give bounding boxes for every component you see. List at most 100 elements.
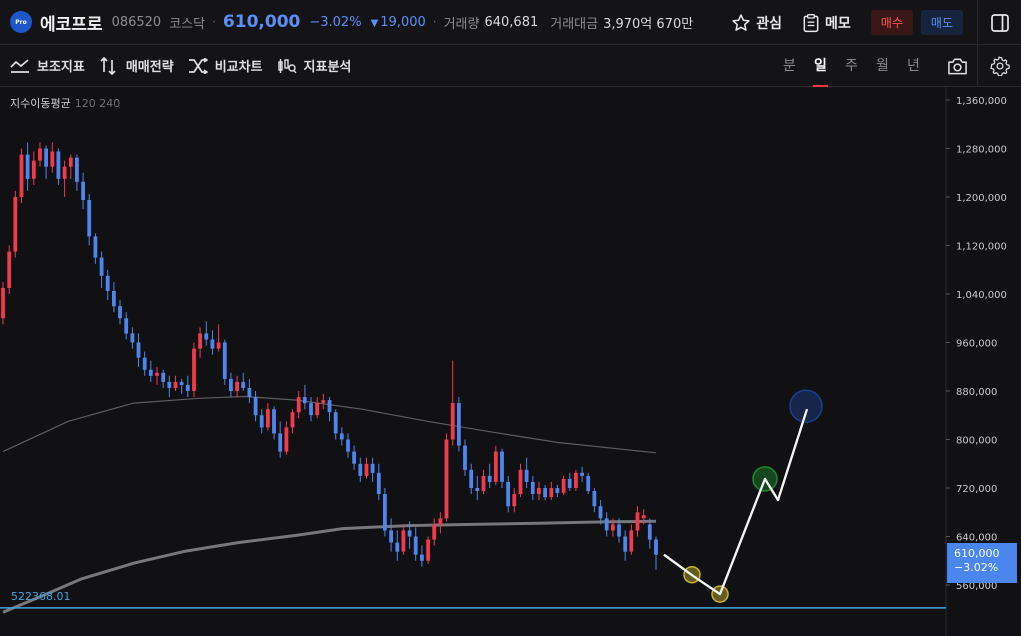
- candle-body: [654, 539, 658, 555]
- candle-body: [327, 400, 332, 413]
- candle-body: [574, 472, 578, 488]
- change-amount: ▼ 19,000: [371, 15, 426, 30]
- candle-body: [567, 478, 572, 488]
- candle-body: [309, 403, 313, 416]
- logo-text: Pro: [15, 18, 27, 26]
- candle-body: [549, 488, 554, 498]
- candle-body: [302, 397, 307, 404]
- candle-body: [370, 463, 375, 473]
- down-triangle-icon: ▼: [370, 17, 379, 29]
- camera-icon: [947, 58, 967, 75]
- candle-body: [44, 148, 48, 167]
- candlestick-chart[interactable]: 1,360,000 1,280,000 1,200,000 1,120,000 1,04…: [0, 87, 1021, 636]
- period-selector: 분 일 주 월 년: [774, 45, 1021, 87]
- candle-body: [518, 469, 523, 495]
- candle-body: [604, 518, 609, 531]
- side-panel-icon: [990, 13, 1009, 32]
- tool-label: 지표분석: [303, 60, 352, 75]
- settings-button[interactable]: [977, 45, 1021, 87]
- candle-body: [321, 400, 326, 404]
- candle-body: [617, 524, 621, 537]
- buy-button[interactable]: 매수: [870, 10, 913, 35]
- shuffle-icon: [188, 57, 208, 74]
- ema-240-line: [2, 519, 657, 614]
- candle-body: [647, 524, 652, 540]
- candle-body: [346, 439, 350, 452]
- candle-body: [364, 463, 369, 476]
- market-name: 코스닥: [169, 16, 206, 32]
- stock-name[interactable]: 에코프로: [40, 10, 103, 35]
- candle-body: [235, 381, 239, 391]
- candle-body: [376, 472, 381, 494]
- candle-body: [56, 151, 61, 179]
- candle-body: [543, 488, 547, 498]
- candle-body: [426, 539, 430, 561]
- candle-body: [112, 291, 116, 307]
- arrows-updown-icon: [100, 56, 116, 75]
- candle-body: [7, 251, 12, 288]
- amount-label: 거래대금: [550, 16, 599, 32]
- candle-body: [629, 530, 634, 552]
- current-price-tag: 610,000 −3.02%: [947, 542, 1017, 583]
- current-price-tag-value: 610,000: [954, 546, 1000, 560]
- candle-body: [438, 518, 443, 525]
- period-week[interactable]: 주: [836, 45, 867, 87]
- candle-body: [198, 333, 202, 349]
- sell-button[interactable]: 매도: [920, 10, 963, 35]
- candle-body: [389, 530, 393, 543]
- period-month[interactable]: 월: [867, 45, 898, 87]
- candle-body: [31, 160, 36, 179]
- candle-body: [500, 451, 504, 482]
- candle-body: [19, 154, 24, 197]
- candle-body: [75, 157, 79, 182]
- indicator-tool[interactable]: 보조지표: [10, 56, 85, 75]
- candle-body: [352, 451, 356, 464]
- y-tick-label: 1,040,000: [956, 290, 1007, 301]
- watch-button[interactable]: 관심: [731, 13, 782, 33]
- candle-body: [204, 333, 209, 340]
- candle-body: [512, 494, 517, 507]
- candle-body: [623, 536, 628, 552]
- candle-body: [506, 481, 510, 507]
- memo-button[interactable]: 메모: [802, 13, 851, 33]
- candle-body: [598, 506, 603, 519]
- star-icon: [732, 13, 750, 31]
- candle-body: [401, 530, 406, 552]
- tool-label: 비교차트: [214, 60, 263, 75]
- compare-tool[interactable]: 비교차트: [188, 56, 263, 75]
- y-tick-label: 1,280,000: [956, 145, 1007, 156]
- candle-body: [222, 342, 227, 379]
- strategy-tool[interactable]: 매매전략: [99, 56, 174, 75]
- candle-body: [25, 154, 30, 179]
- panel-toggle-button[interactable]: [977, 0, 1021, 45]
- candle-body: [142, 357, 147, 370]
- candle-body: [118, 306, 122, 319]
- candle-body: [592, 491, 597, 507]
- candle-body: [469, 469, 474, 488]
- candle-body: [99, 257, 104, 276]
- change-percent: −3.02%: [309, 14, 362, 30]
- period-day[interactable]: 일: [805, 45, 836, 87]
- period-year[interactable]: 년: [898, 45, 929, 87]
- candle-body: [463, 445, 467, 470]
- separator-dot: ·: [212, 15, 216, 29]
- stock-code: 086520: [111, 14, 162, 30]
- candle-body: [586, 475, 591, 492]
- candle-body: [185, 384, 190, 391]
- indicator-legend[interactable]: 지수이동평균 120 240: [10, 95, 120, 111]
- analysis-tool[interactable]: 지표분석: [277, 56, 352, 75]
- candle-body: [407, 530, 412, 537]
- header-actions: 관심 메모 매수 매도: [731, 0, 1021, 45]
- clipboard-icon: [803, 13, 819, 32]
- candle-body: [530, 481, 535, 494]
- y-tick-label: 1,120,000: [956, 242, 1007, 253]
- candle-body: [167, 381, 172, 388]
- candle-body: [420, 554, 424, 561]
- y-tick-label: 960,000: [956, 339, 997, 350]
- price-chart[interactable]: 지수이동평균 120 240 1,360,000 1,280,000 1,200,00…: [0, 87, 1021, 636]
- projection-marker: [789, 389, 823, 423]
- trend-line-icon: [10, 58, 29, 73]
- period-minute[interactable]: 분: [774, 45, 805, 87]
- screenshot-button[interactable]: [937, 45, 977, 87]
- candle-body: [290, 412, 295, 428]
